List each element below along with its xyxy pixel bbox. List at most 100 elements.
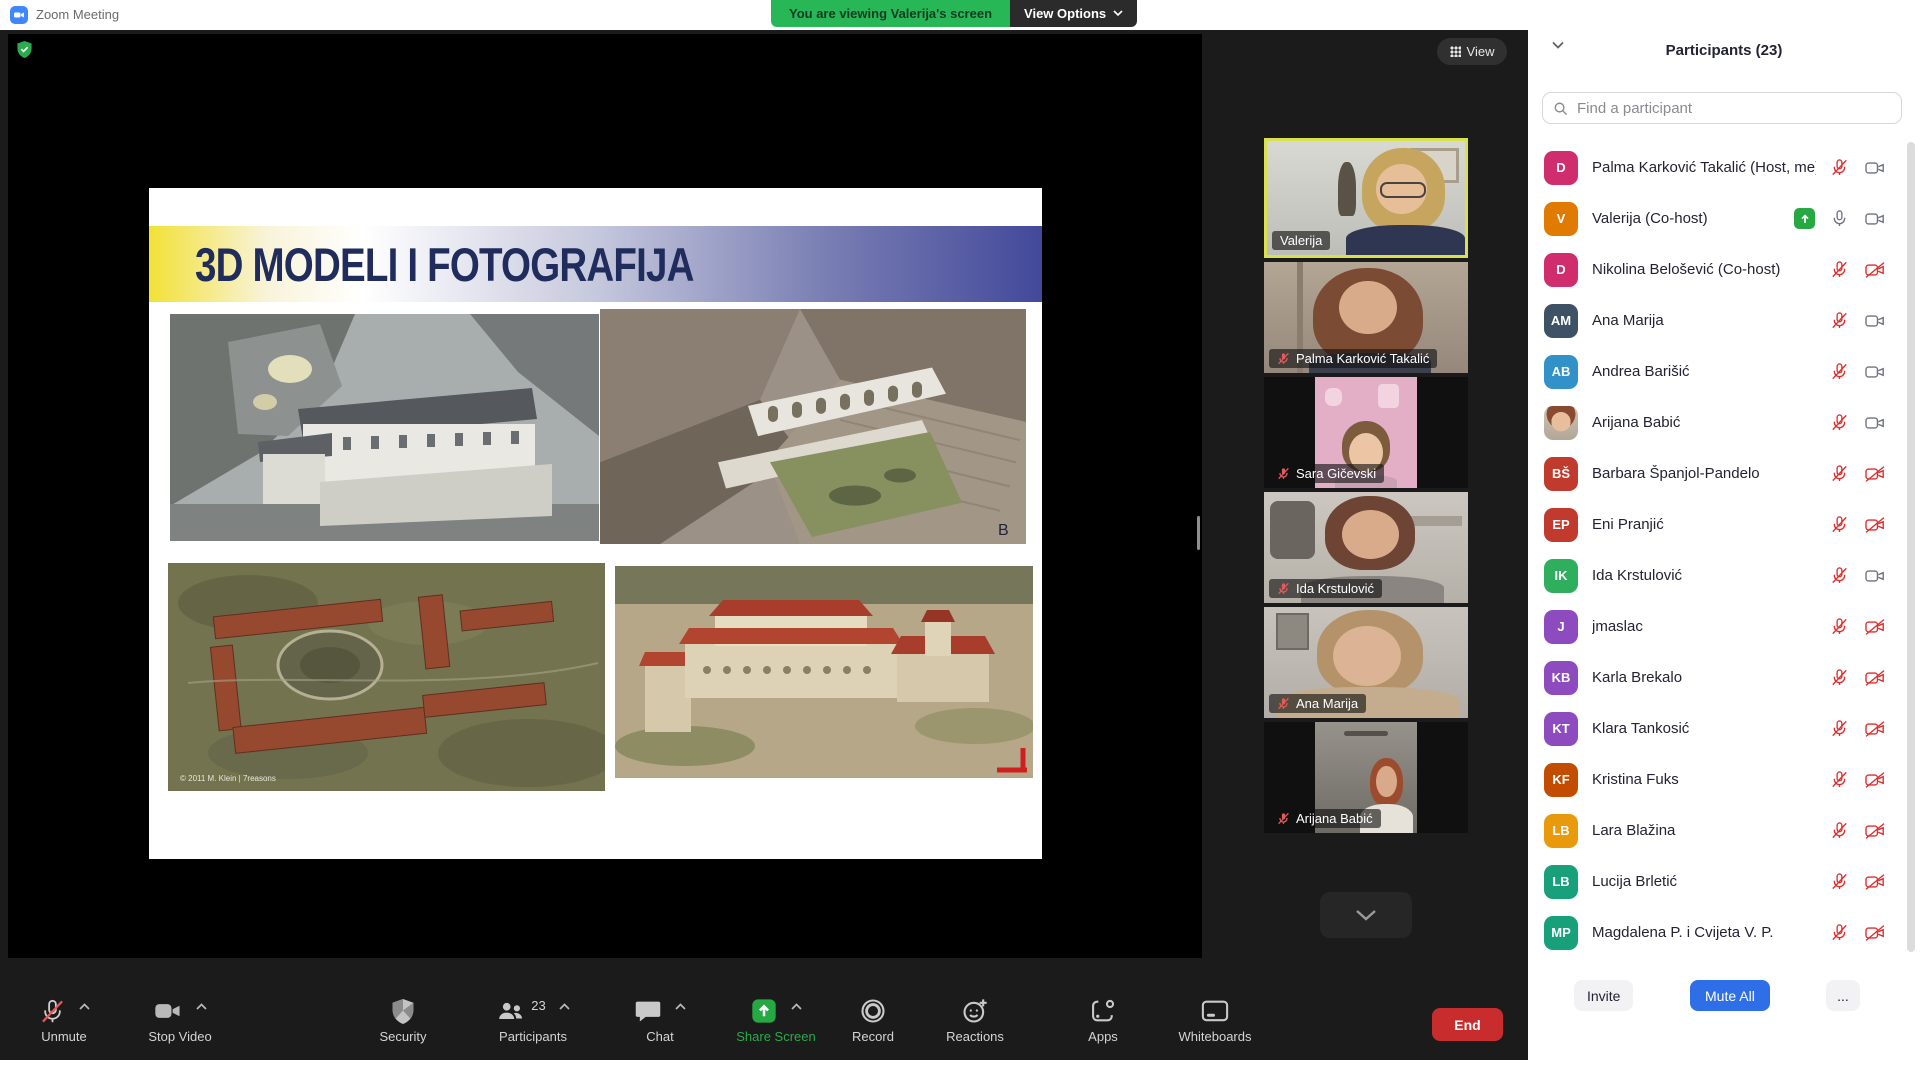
camera-on-icon — [1864, 159, 1886, 177]
participant-row[interactable]: KT Klara Tankosić — [1528, 703, 1906, 754]
participant-avatar: KF — [1544, 763, 1578, 797]
end-meeting-button[interactable]: End — [1432, 1008, 1503, 1041]
participant-row[interactable]: BŠ Barbara Španjol-Pandelo — [1528, 448, 1906, 499]
camera-off-icon — [1864, 261, 1886, 279]
toolbar-button[interactable]: Stop Video — [128, 993, 232, 1051]
participant-name: Klara Tankosić — [1592, 720, 1816, 737]
mic-muted-icon — [1830, 464, 1849, 483]
participant-row[interactable]: IK Ida Krstulović — [1528, 550, 1906, 601]
mic-muted-icon — [1277, 812, 1290, 825]
search-icon — [1553, 101, 1568, 116]
toolbar-button[interactable]: Security — [357, 993, 449, 1051]
participant-row[interactable]: KB Karla Brekalo — [1528, 652, 1906, 703]
invite-button[interactable]: Invite — [1574, 980, 1633, 1011]
toolbar-button[interactable]: 23 Participants — [478, 993, 588, 1051]
slide-title: 3D MODELI I FOTOGRAFIJA — [195, 237, 694, 292]
view-layout-button[interactable]: View — [1437, 38, 1507, 65]
participant-row[interactable]: Arijana Babić — [1528, 397, 1906, 448]
toolbar-button-label: Stop Video — [148, 1029, 211, 1044]
participant-row[interactable]: MP Magdalena P. i Cvijeta V. P. — [1528, 907, 1906, 958]
participant-row[interactable]: AM Ana Marija — [1528, 295, 1906, 346]
chevron-up-icon[interactable] — [675, 1003, 686, 1010]
toolbar-button[interactable]: Reactions — [929, 993, 1021, 1051]
toolbar-button[interactable]: Unmute — [14, 993, 114, 1051]
video-thumbnail[interactable]: Sara Gičevski — [1264, 377, 1468, 488]
participant-row[interactable]: J jmaslac — [1528, 601, 1906, 652]
view-options-button[interactable]: View Options — [1010, 0, 1137, 27]
toolbar-button[interactable]: Chat — [614, 993, 706, 1051]
participant-row[interactable]: D Nikolina Belošević (Co-host) — [1528, 244, 1906, 295]
mic-muted-icon — [1830, 617, 1849, 636]
slide-image-monastery-cliff — [170, 314, 599, 541]
toolbar-button[interactable]: Apps — [1059, 993, 1147, 1051]
participant-row[interactable]: LB Lucija Brletić — [1528, 856, 1906, 907]
shared-screen-scrollbar[interactable] — [1197, 516, 1200, 550]
toolbar-button-label: Record — [852, 1029, 894, 1044]
chevron-up-icon[interactable] — [791, 1003, 802, 1010]
mic-muted-icon — [1830, 821, 1849, 840]
participant-name: Karla Brekalo — [1592, 669, 1816, 686]
chevron-down-icon — [1552, 41, 1564, 49]
video-thumbnail[interactable]: Valerija — [1264, 138, 1468, 258]
toolbar-button-label: Apps — [1088, 1029, 1118, 1044]
toolbar-button-label: Chat — [646, 1029, 673, 1044]
security-shield-icon — [390, 998, 416, 1025]
collapse-panel-button[interactable] — [1546, 40, 1570, 50]
slide-copyright: © 2011 M. Klein | 7reasons — [180, 774, 276, 783]
camera-on-icon — [1864, 312, 1886, 330]
participant-avatar: KB — [1544, 661, 1578, 695]
participant-row[interactable]: EP Eni Pranjić — [1528, 499, 1906, 550]
toolbar-button[interactable]: Share Screen — [722, 993, 830, 1051]
share-screen-icon — [750, 997, 778, 1025]
panel-scrollbar[interactable] — [1907, 142, 1915, 952]
slide-image-villa-render — [615, 566, 1033, 778]
slide-title-banner: 3D MODELI I FOTOGRAFIJA — [149, 226, 1042, 302]
chevron-down-icon — [1113, 10, 1123, 17]
search-input[interactable] — [1575, 99, 1891, 118]
viewing-status-text: You are viewing Valerija's screen — [771, 0, 1010, 27]
participant-row[interactable]: V Valerija (Co-host) — [1528, 193, 1906, 244]
participant-count-badge: 23 — [531, 998, 545, 1013]
camera-off-icon — [1864, 465, 1886, 483]
encryption-shield-icon[interactable] — [16, 40, 33, 59]
mic-muted-icon — [1830, 872, 1849, 891]
toolbar-button-label: Reactions — [946, 1029, 1004, 1044]
toolbar-button-label: Participants — [499, 1029, 567, 1044]
video-thumbnail[interactable]: Ida Krstulović — [1264, 492, 1468, 603]
mic-muted-icon — [1830, 566, 1849, 585]
participant-avatar: AB — [1544, 355, 1578, 389]
camera-off-icon — [1864, 822, 1886, 840]
sharing-banner: You are viewing Valerija's screen View O… — [771, 0, 1137, 27]
toolbar-button[interactable]: Record — [829, 993, 917, 1051]
chevron-up-icon[interactable] — [559, 1003, 570, 1010]
camera-off-icon — [1864, 873, 1886, 891]
toolbar-button[interactable]: Whiteboards — [1155, 993, 1275, 1051]
participant-search-box[interactable] — [1542, 92, 1902, 124]
show-more-thumbnails-button[interactable] — [1320, 892, 1412, 938]
chevron-up-icon[interactable] — [79, 1003, 90, 1010]
participant-avatar: V — [1544, 202, 1578, 236]
video-camera-icon — [153, 998, 183, 1024]
participant-row[interactable]: AB Andrea Barišić — [1528, 346, 1906, 397]
slide-image-aerial-excavation: © 2011 M. Klein | 7reasons — [168, 563, 605, 791]
participants-panel-title: Participants (23) — [1528, 42, 1920, 59]
participant-row[interactable]: LB Lara Blažina — [1528, 805, 1906, 856]
video-thumbnail[interactable]: Arijana Babić — [1264, 722, 1468, 833]
participant-avatar: AM — [1544, 304, 1578, 338]
video-thumbnail[interactable]: Palma Karković Takalić — [1264, 262, 1468, 373]
participant-name: Ida Krstulović — [1592, 567, 1816, 584]
mic-muted-icon — [1277, 582, 1290, 595]
chevron-up-icon[interactable] — [196, 1003, 207, 1010]
participant-row[interactable]: D Palma Karković Takalić (Host, me) — [1528, 142, 1906, 193]
participant-row[interactable]: KF Kristina Fuks — [1528, 754, 1906, 805]
toolbar-button-label: Unmute — [41, 1029, 87, 1044]
participant-avatar: KT — [1544, 712, 1578, 746]
more-options-button[interactable]: ... — [1826, 980, 1860, 1011]
mute-all-button[interactable]: Mute All — [1690, 980, 1770, 1011]
mic-on-icon — [1830, 209, 1849, 228]
mic-muted-icon — [1277, 352, 1290, 365]
camera-on-icon — [1864, 363, 1886, 381]
participant-name: Magdalena P. i Cvijeta V. P. — [1592, 924, 1816, 941]
participant-name: Kristina Fuks — [1592, 771, 1816, 788]
video-thumbnail[interactable]: Ana Marija — [1264, 607, 1468, 718]
